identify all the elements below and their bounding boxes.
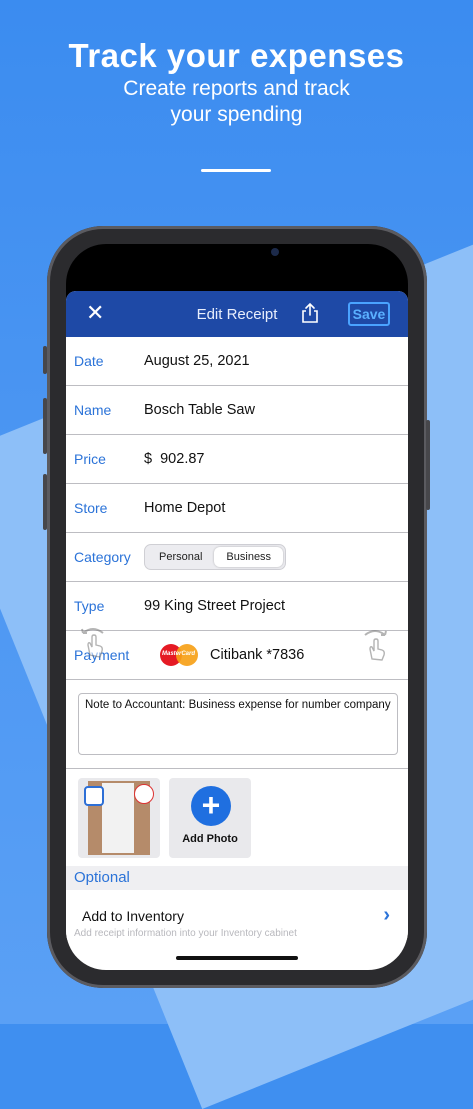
price-row[interactable]: Price $ 902.87 <box>66 435 408 484</box>
notch <box>174 244 300 272</box>
date-label: Date <box>74 353 104 369</box>
optional-header: Optional <box>66 866 408 890</box>
category-label: Category <box>74 549 131 565</box>
camera-icon <box>271 248 279 256</box>
navbar: ✕ Edit Receipt Save <box>66 291 408 337</box>
edit-receipt-sheet: ✕ Edit Receipt Save Date August 25, 2021… <box>66 291 408 970</box>
note-section: Note to Accountant: Business expense for… <box>66 680 408 769</box>
category-segmented-control: Personal Business <box>144 544 287 570</box>
phone-mute-button <box>43 346 47 374</box>
category-option-business[interactable]: Business <box>214 547 284 567</box>
receipt-photo-thumbnail[interactable] <box>78 778 160 858</box>
phone-power-button <box>426 420 430 510</box>
note-textarea[interactable]: Note to Accountant: Business expense for… <box>78 693 398 755</box>
chevron-right-icon: › <box>383 904 390 926</box>
edit-photo-icon[interactable] <box>84 786 104 806</box>
home-indicator[interactable] <box>176 956 298 960</box>
type-value[interactable]: 99 King Street Project <box>144 598 285 614</box>
payment-value[interactable]: Citibank *7836 <box>210 647 304 663</box>
price-label: Price <box>74 451 106 467</box>
mastercard-logo-icon: MasterCard <box>160 644 198 666</box>
hero-subtitle-line1: Create reports and track <box>123 77 350 100</box>
type-row[interactable]: Type 99 King Street Project <box>66 582 408 631</box>
store-label: Store <box>74 500 108 516</box>
swipe-right-hand-icon <box>364 630 387 661</box>
category-option-personal[interactable]: Personal <box>147 547 214 567</box>
photos-section: + Add Photo <box>66 769 408 866</box>
store-value[interactable]: Home Depot <box>144 500 225 516</box>
hero-title: Track your expenses <box>68 37 405 74</box>
hero: Track your expenses Create reports and t… <box>0 36 473 128</box>
delete-photo-icon[interactable] <box>134 784 154 804</box>
add-to-inventory-label: Add to Inventory <box>82 908 184 924</box>
add-photo-button[interactable]: + Add Photo <box>169 778 251 858</box>
add-photo-label: Add Photo <box>182 833 238 845</box>
price-value[interactable]: $ 902.87 <box>144 451 204 467</box>
name-value[interactable]: Bosch Table Saw <box>144 402 255 418</box>
payment-row[interactable]: Payment MasterCard Citibank *7836 <box>66 628 408 680</box>
date-row[interactable]: Date August 25, 2021 <box>66 337 408 386</box>
date-value[interactable]: August 25, 2021 <box>144 353 250 369</box>
hero-subtitle-line2: your spending <box>170 103 303 126</box>
add-to-inventory-row[interactable]: Add to Inventory › Add receipt informati… <box>66 890 408 940</box>
name-row[interactable]: Name Bosch Table Saw <box>66 386 408 435</box>
share-icon[interactable] <box>300 302 320 324</box>
phone-screen: ✕ Edit Receipt Save Date August 25, 2021… <box>66 244 408 970</box>
type-label: Type <box>74 598 105 614</box>
add-to-inventory-hint: Add receipt information into your Invent… <box>74 928 297 939</box>
phone-volume-down-button <box>43 474 47 530</box>
plus-icon: + <box>191 786 231 826</box>
hero-divider <box>201 169 271 172</box>
store-row[interactable]: Store Home Depot <box>66 484 408 533</box>
category-row: Category Personal Business <box>66 533 408 582</box>
phone-volume-up-button <box>43 398 47 454</box>
save-button[interactable]: Save <box>348 302 390 326</box>
swipe-left-hand-icon <box>81 628 104 658</box>
name-label: Name <box>74 402 112 418</box>
